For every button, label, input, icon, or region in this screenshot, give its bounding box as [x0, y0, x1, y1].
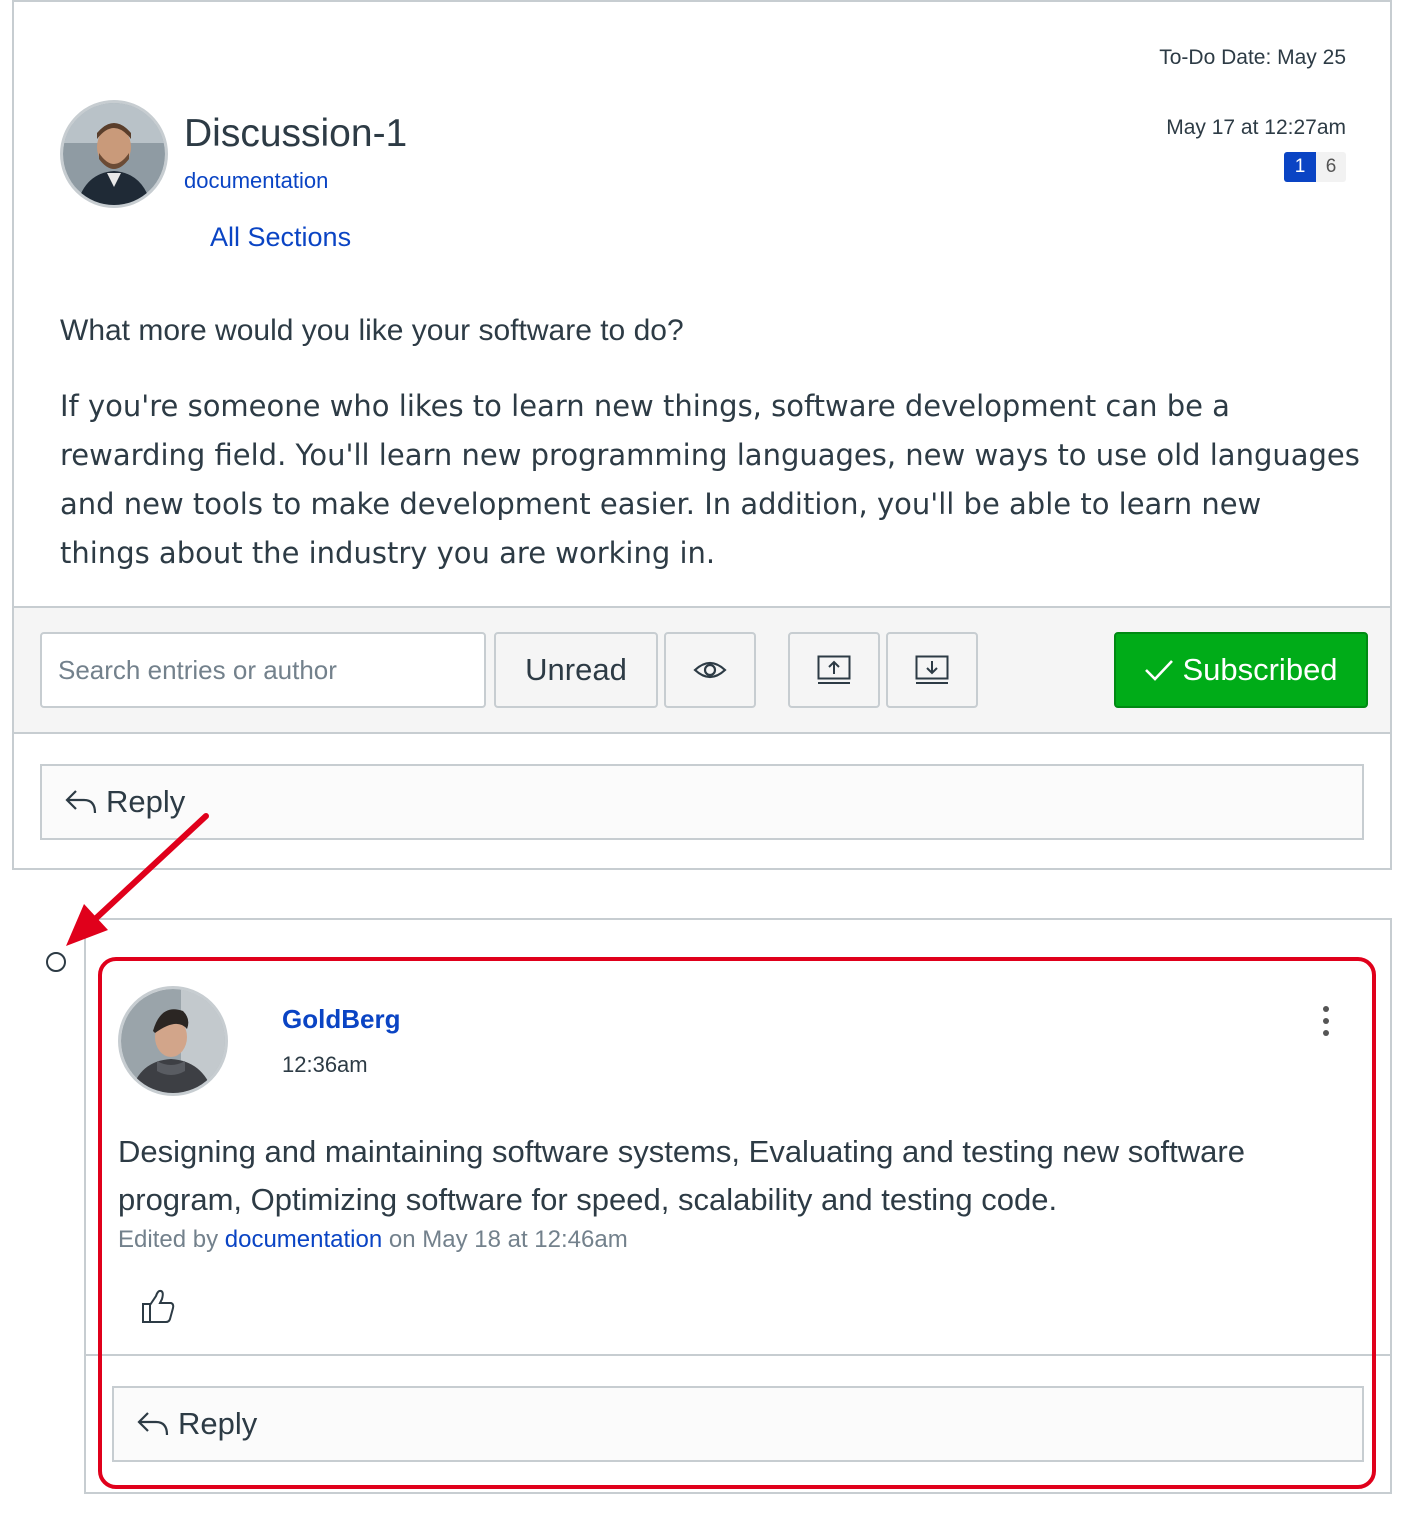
reply-count-badges: 1 6 [1284, 152, 1346, 182]
author-link[interactable]: documentation [184, 168, 328, 194]
discussion-topic-card: To-Do Date: May 25 May 17 at 12:27am 1 6… [12, 0, 1392, 870]
checkmark-icon [1145, 660, 1174, 681]
reply-author-link[interactable]: GoldBerg [282, 1004, 400, 1035]
reply-options-menu-button[interactable] [1312, 1002, 1340, 1040]
discussion-question: What more would you like your software t… [60, 314, 684, 347]
collapse-icon [817, 655, 851, 684]
unread-count-badge: 1 [1284, 152, 1316, 182]
subscribed-button[interactable]: Subscribed [1114, 632, 1368, 708]
search-input[interactable] [40, 632, 486, 708]
reply-body: Designing and maintaining software syste… [118, 1134, 1245, 1217]
kebab-dot-icon [1323, 1030, 1329, 1036]
unread-indicator-dot [46, 952, 66, 972]
discussion-title: Discussion-1 [184, 112, 408, 155]
reply-icon [137, 1412, 169, 1436]
author-avatar[interactable] [60, 100, 168, 208]
todo-date: To-Do Date: May 25 [1159, 46, 1346, 69]
discussion-body: If you're someone who likes to learn new… [60, 389, 1360, 570]
unread-filter-button[interactable]: Unread [494, 632, 658, 708]
entry-divider [86, 1354, 1390, 1356]
reply-icon [65, 790, 97, 814]
mark-all-read-button[interactable] [664, 632, 756, 708]
subscribed-label: Subscribed [1182, 652, 1338, 687]
edited-note: Edited by documentation on May 18 at 12:… [118, 1226, 628, 1254]
eye-icon [693, 661, 727, 679]
edited-by-link[interactable]: documentation [225, 1226, 382, 1253]
reply-label: Reply [178, 1406, 258, 1441]
edited-prefix: Edited by [118, 1226, 219, 1253]
discussion-toolbar: Unread Subscribed [14, 606, 1390, 734]
expand-icon [915, 655, 949, 684]
post-date: May 17 at 12:27am [1166, 116, 1346, 139]
topic-reply-button[interactable]: Reply [40, 764, 1364, 840]
entry-reply-button[interactable]: Reply [112, 1386, 1364, 1462]
collapse-replies-button[interactable] [788, 632, 880, 708]
kebab-dot-icon [1323, 1018, 1329, 1024]
sections-link[interactable]: All Sections [210, 222, 351, 253]
reply-author-avatar[interactable] [118, 986, 228, 1096]
reply-label: Reply [106, 784, 186, 819]
reply-timestamp: 12:36am [282, 1052, 368, 1077]
kebab-dot-icon [1323, 1006, 1329, 1012]
thumbs-up-icon [142, 1289, 175, 1323]
edited-suffix: on May 18 at 12:46am [388, 1226, 628, 1253]
like-button[interactable] [138, 1286, 178, 1326]
total-count-badge: 6 [1316, 152, 1346, 182]
expand-replies-button[interactable] [886, 632, 978, 708]
